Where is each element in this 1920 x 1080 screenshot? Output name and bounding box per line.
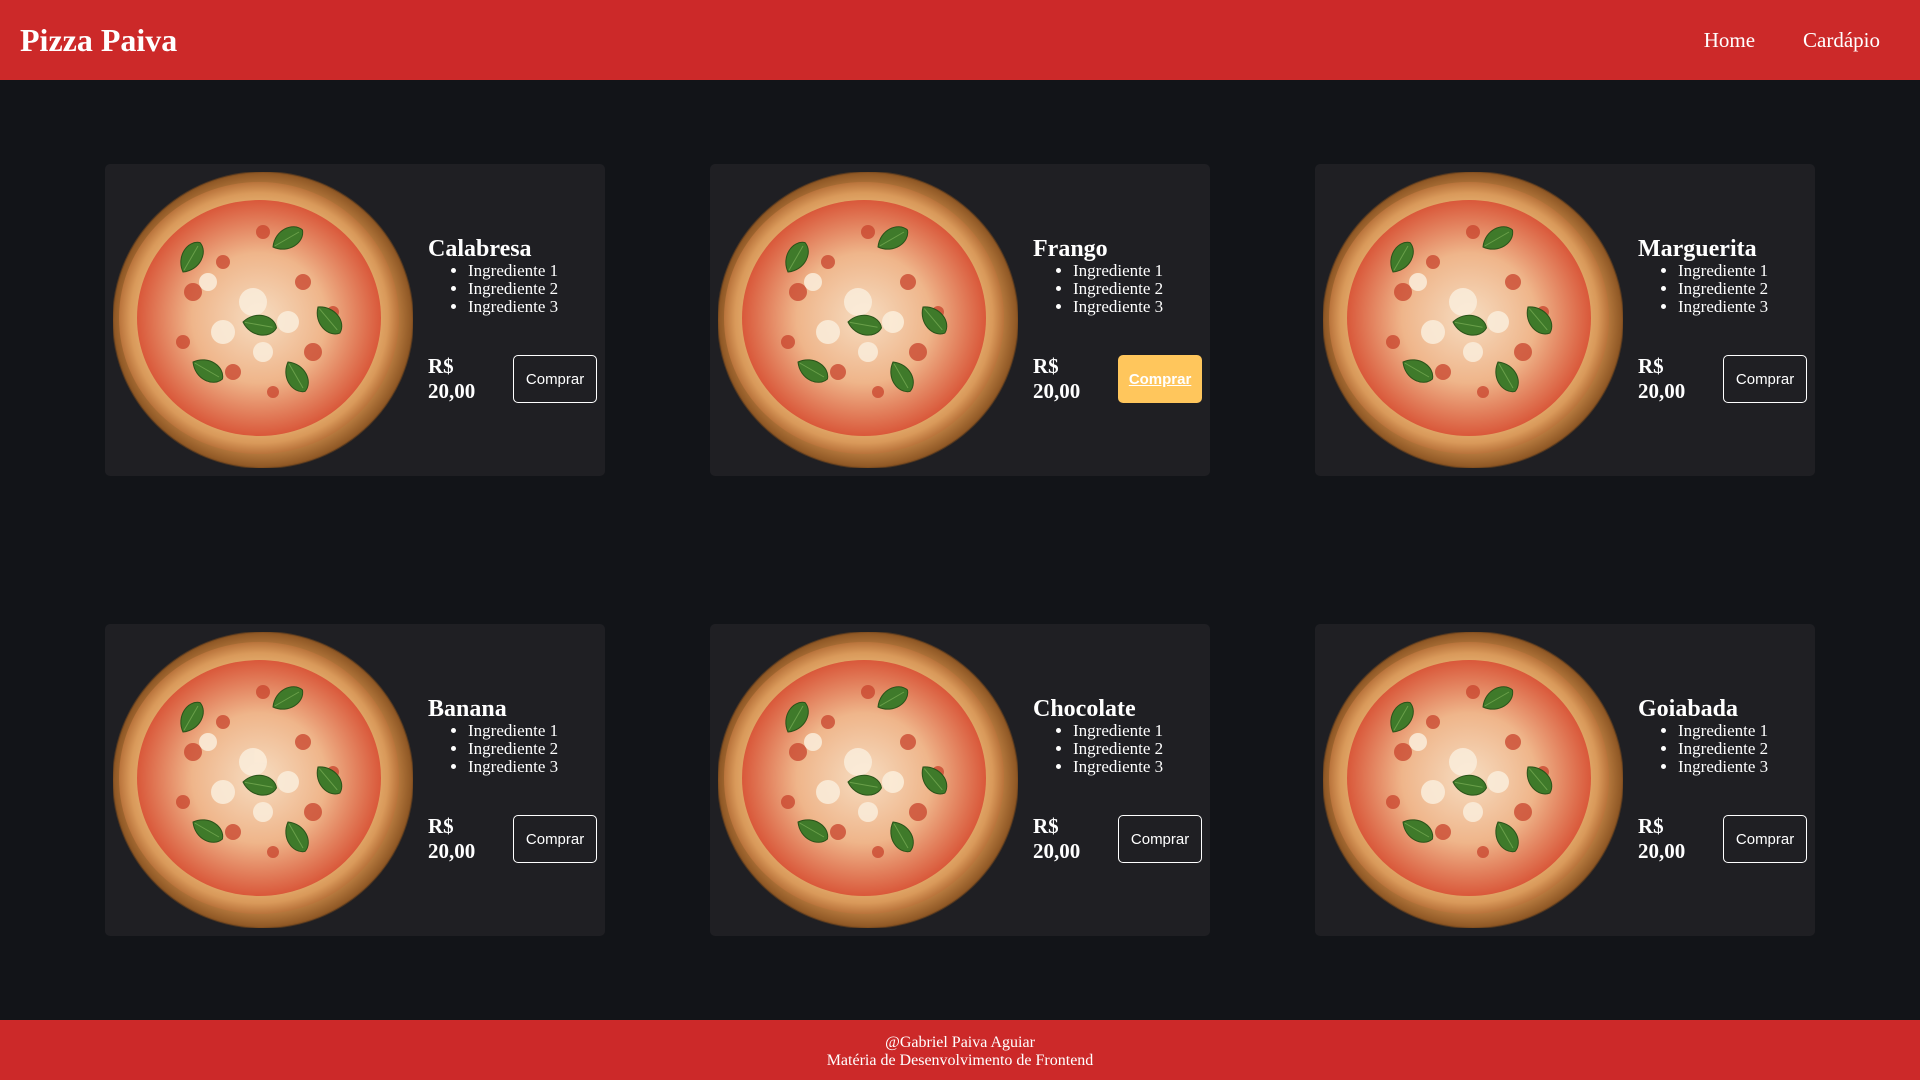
buy-row: R$ 20,00 Comprar xyxy=(1638,354,1807,404)
ingredient-item: Ingrediente 2 xyxy=(1678,740,1807,758)
ingredient-item: Ingrediente 2 xyxy=(468,740,597,758)
ingredient-item: Ingrediente 1 xyxy=(468,262,597,280)
pizza-image xyxy=(1323,632,1623,928)
product-name: Banana xyxy=(428,696,507,722)
buy-button[interactable]: Comprar xyxy=(1118,815,1202,863)
buy-button[interactable]: Comprar xyxy=(1723,815,1807,863)
nav-home-link[interactable]: Home xyxy=(1704,28,1755,53)
buy-button[interactable]: Comprar xyxy=(1723,355,1807,403)
product-info: Goiabada Ingrediente 1 Ingrediente 2 Ing… xyxy=(1638,632,1807,928)
footer-author: @Gabriel Paiva Aguiar xyxy=(885,1034,1035,1051)
ingredient-list: Ingrediente 1 Ingrediente 2 Ingrediente … xyxy=(1638,262,1807,316)
site-footer: @Gabriel Paiva Aguiar Matéria de Desenvo… xyxy=(0,1020,1920,1080)
product-price: R$ 20,00 xyxy=(1638,814,1686,863)
product-name: Frango xyxy=(1033,236,1108,262)
product-card: Banana Ingrediente 1 Ingrediente 2 Ingre… xyxy=(105,624,605,936)
ingredient-item: Ingrediente 1 xyxy=(1073,722,1202,740)
ingredient-item: Ingrediente 3 xyxy=(1073,758,1202,776)
product-info: Chocolate Ingrediente 1 Ingrediente 2 In… xyxy=(1033,632,1202,928)
site-header: Pizza Paiva Home Cardápio xyxy=(0,0,1920,80)
product-price: R$ 20,00 xyxy=(1033,814,1081,863)
product-name: Calabresa xyxy=(428,236,532,262)
ingredient-item: Ingrediente 1 xyxy=(1678,722,1807,740)
buy-button[interactable]: Comprar xyxy=(513,815,597,863)
product-info: Frango Ingrediente 1 Ingrediente 2 Ingre… xyxy=(1033,172,1202,468)
product-card: Frango Ingrediente 1 Ingrediente 2 Ingre… xyxy=(710,164,1210,476)
buy-row: R$ 20,00 Comprar xyxy=(428,814,597,864)
ingredient-list: Ingrediente 1 Ingrediente 2 Ingrediente … xyxy=(428,722,597,776)
ingredient-item: Ingrediente 2 xyxy=(1073,740,1202,758)
footer-course: Matéria de Desenvolvimento de Frontend xyxy=(826,1052,1094,1069)
product-grid: Calabresa Ingrediente 1 Ingrediente 2 In… xyxy=(0,80,1920,1020)
product-card: Goiabada Ingrediente 1 Ingrediente 2 Ing… xyxy=(1315,624,1815,936)
ingredient-item: Ingrediente 3 xyxy=(1678,298,1807,316)
main-nav: Home Cardápio xyxy=(1704,28,1900,53)
buy-row: R$ 20,00 Comprar xyxy=(428,354,597,404)
buy-button[interactable]: Comprar xyxy=(1118,355,1202,403)
ingredient-item: Ingrediente 3 xyxy=(1073,298,1202,316)
product-info: Calabresa Ingrediente 1 Ingrediente 2 In… xyxy=(428,172,597,468)
pizza-image xyxy=(113,632,413,928)
buy-row: R$ 20,00 Comprar xyxy=(1638,814,1807,864)
buy-button[interactable]: Comprar xyxy=(513,355,597,403)
ingredient-item: Ingrediente 3 xyxy=(1678,758,1807,776)
pizza-image xyxy=(113,172,413,468)
product-name: Chocolate xyxy=(1033,696,1136,722)
product-info: Banana Ingrediente 1 Ingrediente 2 Ingre… xyxy=(428,632,597,928)
nav-cardapio-link[interactable]: Cardápio xyxy=(1803,28,1880,53)
ingredient-item: Ingrediente 1 xyxy=(1073,262,1202,280)
product-card: Chocolate Ingrediente 1 Ingrediente 2 In… xyxy=(710,624,1210,936)
ingredient-item: Ingrediente 1 xyxy=(468,722,597,740)
product-price: R$ 20,00 xyxy=(1638,354,1686,403)
product-price: R$ 20,00 xyxy=(428,814,476,863)
product-price: R$ 20,00 xyxy=(428,354,476,403)
ingredient-item: Ingrediente 3 xyxy=(468,298,597,316)
product-name: Goiabada xyxy=(1638,696,1739,722)
ingredient-list: Ingrediente 1 Ingrediente 2 Ingrediente … xyxy=(1033,722,1202,776)
product-card: Marguerita Ingrediente 1 Ingrediente 2 I… xyxy=(1315,164,1815,476)
ingredient-list: Ingrediente 1 Ingrediente 2 Ingrediente … xyxy=(1638,722,1807,776)
pizza-image xyxy=(718,172,1018,468)
ingredient-list: Ingrediente 1 Ingrediente 2 Ingrediente … xyxy=(428,262,597,316)
product-info: Marguerita Ingrediente 1 Ingrediente 2 I… xyxy=(1638,172,1807,468)
ingredient-list: Ingrediente 1 Ingrediente 2 Ingrediente … xyxy=(1033,262,1202,316)
pizza-image xyxy=(1323,172,1623,468)
pizza-image xyxy=(718,632,1018,928)
ingredient-item: Ingrediente 2 xyxy=(468,280,597,298)
buy-row: R$ 20,00 Comprar xyxy=(1033,814,1202,864)
buy-row: R$ 20,00 Comprar xyxy=(1033,354,1202,404)
product-card: Calabresa Ingrediente 1 Ingrediente 2 In… xyxy=(105,164,605,476)
product-price: R$ 20,00 xyxy=(1033,354,1081,403)
product-name: Marguerita xyxy=(1638,236,1757,262)
ingredient-item: Ingrediente 2 xyxy=(1678,280,1807,298)
ingredient-item: Ingrediente 2 xyxy=(1073,280,1202,298)
ingredient-item: Ingrediente 1 xyxy=(1678,262,1807,280)
site-logo[interactable]: Pizza Paiva xyxy=(20,22,177,59)
ingredient-item: Ingrediente 3 xyxy=(468,758,597,776)
